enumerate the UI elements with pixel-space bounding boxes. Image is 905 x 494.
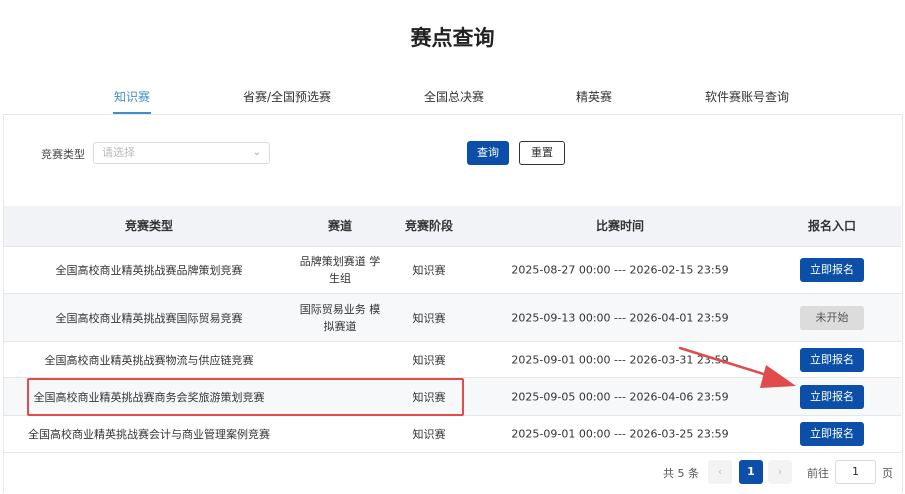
signup-button[interactable]: 立即报名 (800, 347, 864, 372)
query-button[interactable]: 查询 (467, 141, 509, 165)
select-placeholder: 请选择 (102, 146, 135, 159)
reset-button[interactable]: 重置 (519, 141, 565, 165)
header-time: 比赛时间 (595, 219, 645, 233)
cell-type: 全国高校商业精英挑战赛品牌策划竞赛 (55, 264, 243, 277)
signup-button[interactable]: 立即报名 (800, 384, 864, 409)
cell-time: 2025-09-13 00:00 --- 2026-04-01 23:59 (511, 311, 729, 324)
cell-stage: 知识赛 (412, 428, 446, 441)
pagination-total: 共 5 条 (663, 467, 699, 480)
cell-stage: 知识赛 (412, 264, 446, 277)
header-signup: 报名入口 (807, 219, 857, 233)
cell-time: 2025-09-05 00:00 --- 2026-04-06 23:59 (511, 390, 729, 403)
table-row: 全国高校商业精英挑战赛品牌策划竞赛 品牌策划赛道 学生组 知识赛 2025-08… (4, 247, 901, 294)
filter-label: 竞赛类型 (41, 148, 85, 161)
next-page-button[interactable]: › (768, 460, 792, 484)
cell-time: 2025-09-01 00:00 --- 2026-03-25 23:59 (511, 427, 729, 441)
tab-knowledge[interactable]: 知识赛 (114, 88, 150, 105)
tab-software-account[interactable]: 软件赛账号查询 (705, 88, 789, 105)
goto-page-input[interactable]: 1 (835, 460, 876, 484)
not-started-button: 未开始 (800, 305, 864, 330)
tab-national-final[interactable]: 全国总决赛 (424, 88, 484, 105)
tab-elite[interactable]: 精英赛 (576, 88, 612, 105)
header-type: 竞赛类型 (124, 219, 174, 233)
cell-stage: 知识赛 (412, 353, 446, 367)
tab-bar: 知识赛 省赛/全国预选赛 全国总决赛 精英赛 软件赛账号查询 (0, 88, 905, 114)
competition-type-select[interactable]: 请选择 ⌄ (93, 142, 270, 164)
page-number-current[interactable]: 1 (739, 460, 763, 484)
header-stage: 竞赛阶段 (404, 219, 454, 233)
goto-label: 前往 (807, 467, 829, 480)
table-row: 全国高校商业精英挑战赛会计与商业管理案例竞赛 知识赛 2025-09-01 00… (4, 416, 901, 453)
cell-type: 全国高校商业精英挑战赛国际贸易竞赛 (55, 311, 243, 325)
cell-track: 国际贸易业务 模拟赛道 (299, 302, 381, 333)
page-title: 赛点查询 (410, 26, 495, 50)
signup-button[interactable]: 立即报名 (800, 258, 864, 282)
tab-provincial[interactable]: 省赛/全国预选赛 (243, 88, 331, 105)
table-row: 全国高校商业精英挑战赛国际贸易竞赛 国际贸易业务 模拟赛道 知识赛 2025-0… (4, 294, 901, 342)
table-row: 全国高校商业精英挑战赛物流与供应链竞赛 知识赛 2025-09-01 00:00… (4, 342, 901, 378)
cell-track: 品牌策划赛道 学生组 (299, 255, 381, 285)
signup-button[interactable]: 立即报名 (800, 422, 864, 446)
table-header: 竞赛类型 赛道 竞赛阶段 比赛时间 报名入口 (4, 206, 901, 247)
cell-time: 2025-09-01 00:00 --- 2026-03-31 23:59 (511, 353, 729, 366)
page-suffix: 页 (882, 467, 893, 480)
cell-time: 2025-08-27 00:00 --- 2026-02-15 23:59 (511, 263, 729, 277)
chevron-down-icon: ⌄ (252, 147, 261, 158)
cell-type: 全国高校商业精英挑战赛物流与供应链竞赛 (44, 353, 254, 367)
annotation-highlight-box (27, 378, 464, 416)
cell-type: 全国高校商业精英挑战赛会计与商业管理案例竞赛 (28, 428, 270, 441)
header-track: 赛道 (327, 219, 353, 233)
prev-page-button[interactable]: ‹ (708, 460, 732, 484)
cell-stage: 知识赛 (412, 311, 446, 325)
